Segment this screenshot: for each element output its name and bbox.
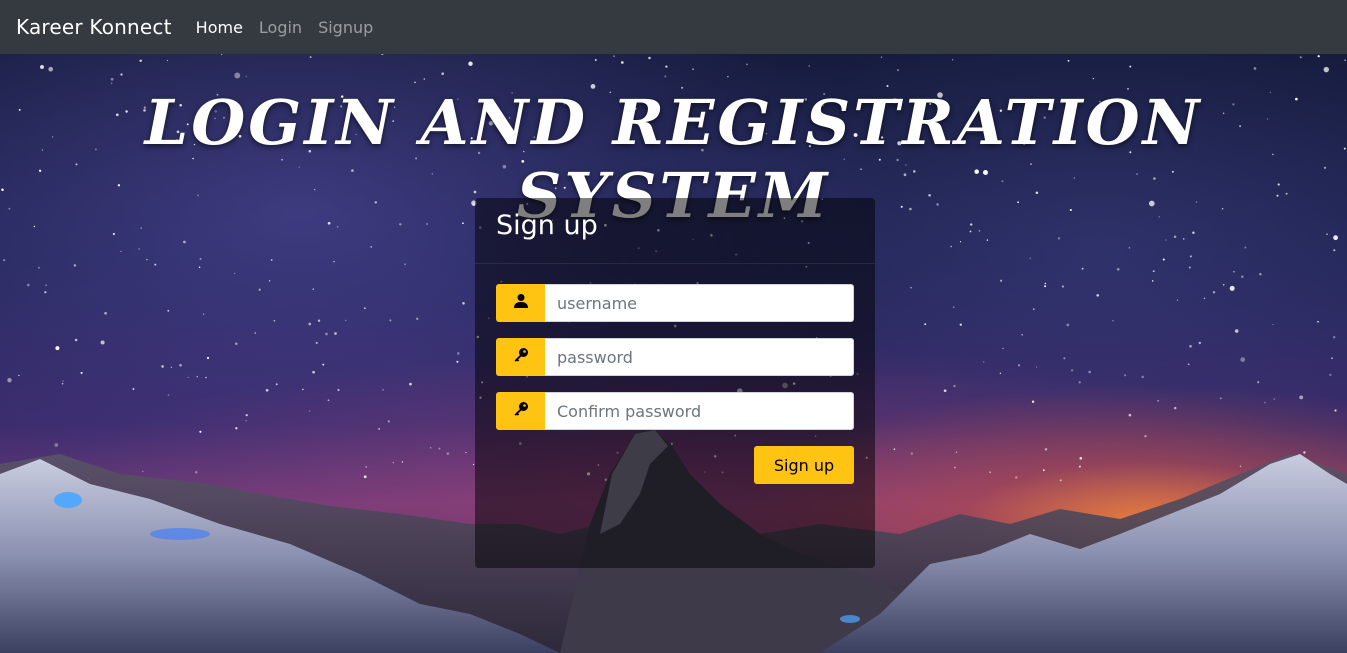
password-addon xyxy=(496,338,545,376)
confirm-password-addon xyxy=(496,392,545,430)
card-title: Sign up xyxy=(496,210,598,241)
user-icon xyxy=(513,293,529,313)
confirm-password-group xyxy=(496,392,854,430)
nav-link-signup[interactable]: Signup xyxy=(318,18,373,37)
username-input[interactable] xyxy=(545,284,854,322)
nav-link-login[interactable]: Login xyxy=(259,18,302,37)
brand-link[interactable]: Kareer Konnect xyxy=(16,15,172,39)
signup-button[interactable]: Sign up xyxy=(754,446,854,484)
card-header: Sign up xyxy=(475,198,875,264)
navbar: Kareer Konnect Home Login Signup xyxy=(0,0,1347,54)
button-row: Sign up xyxy=(496,446,854,484)
key-icon xyxy=(513,347,529,367)
username-addon xyxy=(496,284,545,322)
username-group xyxy=(496,284,854,322)
nav-link-home[interactable]: Home xyxy=(196,18,243,37)
signup-card: Sign up username Sign up xyxy=(475,198,875,568)
key-icon xyxy=(513,401,529,421)
password-input[interactable] xyxy=(545,338,854,376)
confirm-password-input[interactable] xyxy=(545,392,854,430)
password-group xyxy=(496,338,854,376)
card-body: Sign up xyxy=(475,264,875,484)
